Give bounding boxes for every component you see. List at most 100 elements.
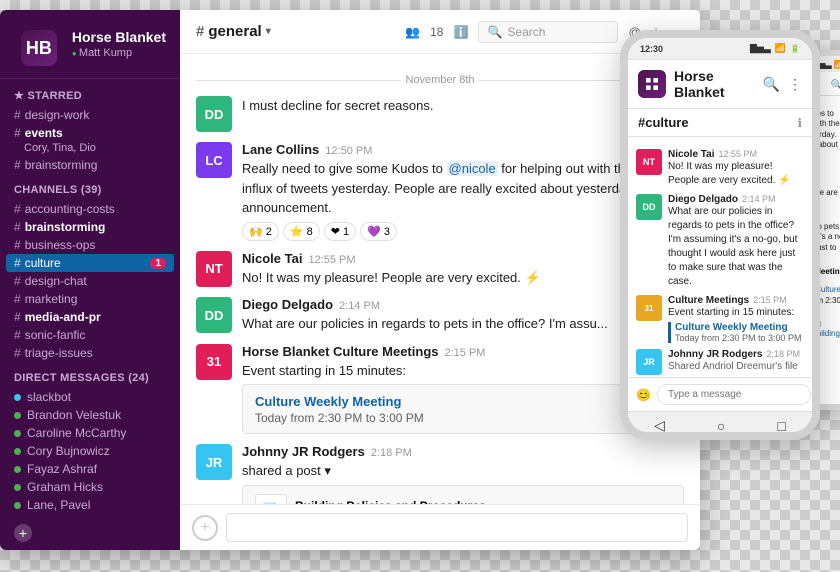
- reaction[interactable]: 🙌 2: [242, 222, 279, 241]
- sidebar-dm-slackbot[interactable]: slackbot: [0, 388, 180, 406]
- reaction[interactable]: ❤ 1: [324, 222, 356, 241]
- user-name: Matt Kump: [72, 47, 166, 59]
- sidebar-item-triage-issues[interactable]: # triage-issues: [0, 344, 180, 362]
- events-subitems: Cory, Tina, Dio: [0, 142, 180, 156]
- reaction[interactable]: ⭐ 8: [283, 222, 320, 241]
- signal-icon: ▇▅▃: [750, 43, 771, 54]
- add-button[interactable]: +: [14, 524, 32, 542]
- sidebar-dm-brandon[interactable]: Brandon Velestuk: [0, 406, 180, 424]
- avatar: JR: [636, 349, 662, 375]
- timestamp: 2:14 PM: [742, 194, 776, 204]
- avatar: 31: [636, 295, 662, 321]
- sidebar-item-accounting-costs[interactable]: # accounting-costs: [0, 200, 180, 218]
- home-button[interactable]: ○: [717, 418, 725, 434]
- hash-icon: #: [14, 310, 21, 324]
- message-content: Diego Delgado 2:14 PM What are our polic…: [668, 194, 804, 289]
- message-header: Lane Collins 12:50 PM: [242, 142, 684, 157]
- sender-name: Horse Blanket Culture Meetings: [242, 344, 439, 359]
- sidebar-item-media-and-pr[interactable]: # media-and-pr: [0, 308, 180, 326]
- document-icon: 📄: [255, 494, 287, 505]
- send-icon[interactable]: ➤: [817, 388, 820, 402]
- message-header: Johnny JR Rodgers 2:18 PM: [242, 444, 684, 459]
- sidebar-dm-mari[interactable]: Mari Ju: [0, 514, 180, 516]
- phone-container: 12:30 ▇▅▃ 📶 🔋 Horse Blanket 🔍 ⋮: [620, 30, 840, 460]
- add-message-button[interactable]: +: [192, 515, 218, 541]
- message-text: Event starting in 15 minutes:: [242, 361, 684, 381]
- sender-name: Nicole Tai: [242, 251, 302, 266]
- dm-label: DIRECT MESSAGES (24): [0, 362, 180, 388]
- sidebar-item-sonic-fanfic[interactable]: # sonic-fanfic: [0, 326, 180, 344]
- sidebar-item-culture[interactable]: # culture 1: [6, 254, 174, 272]
- meeting-link[interactable]: Culture Weekly Meeting: [675, 322, 804, 333]
- phone-input-area: 😊 ➤: [628, 377, 812, 411]
- workspace-name: Horse Blanket: [72, 29, 166, 45]
- phone-channel-header: #culture ℹ: [628, 109, 812, 137]
- sender-name: Culture Meetings: [668, 295, 749, 306]
- reaction[interactable]: 💜 3: [360, 222, 397, 241]
- message-content: Lane Collins 12:50 PM Really need to giv…: [242, 142, 684, 241]
- sidebar-dm-lane[interactable]: Lane, Pavel: [0, 496, 180, 514]
- message-input-area: +: [180, 504, 700, 550]
- message-content: Nicole Tai 12:55 PM No! It was my pleasu…: [242, 251, 684, 288]
- phone-message: DD Diego Delgado 2:14 PM What are our po…: [636, 194, 804, 289]
- message-header: Culture Meetings 2:15 PM: [668, 295, 804, 306]
- channel-name: general: [208, 23, 261, 40]
- workspace-logo: HB: [21, 30, 57, 66]
- hash-icon: #: [14, 256, 21, 270]
- avatar: NT: [636, 149, 662, 175]
- meeting-link[interactable]: Culture Weekly Meeting: [255, 394, 401, 409]
- hash-icon: #: [14, 220, 21, 234]
- phone-message-input[interactable]: [657, 384, 811, 405]
- phone-time: 12:30: [640, 44, 663, 54]
- channel-title: # general ▾: [196, 23, 271, 40]
- message-content: Horse Blanket Culture Meetings 2:15 PM E…: [242, 344, 684, 435]
- sidebar-item-events[interactable]: # events: [0, 124, 180, 142]
- sidebar-dm-graham[interactable]: Graham Hicks: [0, 478, 180, 496]
- message-text: Event starting in 15 minutes:: [668, 306, 804, 320]
- message-content: Nicole Tai 12:55 PM No! It was my pleasu…: [668, 149, 804, 188]
- message-text: shared a post ▾: [242, 461, 684, 481]
- back-button[interactable]: ◁: [654, 417, 665, 434]
- phone-app-header: Horse Blanket 🔍 ⋮: [628, 60, 812, 109]
- search-bar[interactable]: 🔍 Search: [478, 21, 618, 43]
- sidebar-item-design-chat[interactable]: # design-chat: [0, 272, 180, 290]
- sender-name: Johnny JR Rodgers: [668, 349, 762, 360]
- sidebar-item-business-ops[interactable]: # business-ops: [0, 236, 180, 254]
- info-icon[interactable]: ℹ️: [453, 25, 468, 39]
- sidebar-dm-cory[interactable]: Cory Bujnowicz: [0, 442, 180, 460]
- date-divider: November 8th: [196, 74, 684, 86]
- timestamp: 12:55 PM: [719, 149, 758, 159]
- reactions: 🙌 2 ⭐ 8 ❤ 1 💜 3: [242, 222, 684, 241]
- sidebar-item-brainstorming-starred[interactable]: # brainstorming: [0, 156, 180, 174]
- sidebar-dm-fayaz[interactable]: Fayaz Ashraf: [0, 460, 180, 478]
- message-text: No! It was my pleasure! People are very …: [668, 160, 804, 188]
- timestamp: 2:18 PM: [766, 349, 800, 359]
- meeting-time: Today from 2:30 PM to 3:00 PM: [255, 411, 671, 425]
- sidebar-item-brainstorming[interactable]: # brainstorming: [0, 218, 180, 236]
- message-row: NT Nicole Tai 12:55 PM No! It was my ple…: [196, 251, 684, 288]
- info-icon[interactable]: ℹ: [797, 116, 802, 130]
- timestamp: 2:18 PM: [371, 447, 412, 459]
- chevron-down-icon[interactable]: ▾: [266, 26, 271, 37]
- emoji-icon[interactable]: 😊: [636, 388, 651, 402]
- message-text: Really need to give some Kudos to @nicol…: [242, 159, 684, 218]
- sidebar-item-marketing[interactable]: # marketing: [0, 290, 180, 308]
- phone-status-icons: ▇▅▃ 📶 🔋: [750, 43, 800, 54]
- sender-name: Nicole Tai: [668, 149, 715, 160]
- status-dot: [14, 394, 21, 401]
- system-message: 31 Horse Blanket Culture Meetings 2:15 P…: [196, 344, 684, 435]
- avatar: DD: [196, 297, 232, 333]
- more-icon[interactable]: ⋮: [788, 76, 802, 93]
- status-dot: [14, 430, 21, 437]
- sidebar-item-design-work[interactable]: # design-work: [0, 106, 180, 124]
- sender-name: Diego Delgado: [668, 194, 738, 205]
- phone-nav: ◁ ○ □: [628, 411, 812, 439]
- message-input[interactable]: [226, 513, 688, 542]
- message-text: No! It was my pleasure! People are very …: [242, 268, 684, 288]
- search-icon[interactable]: 🔍: [763, 76, 780, 93]
- recents-button[interactable]: □: [777, 418, 785, 434]
- members-icon: 👥: [405, 25, 420, 39]
- hash-icon: #: [14, 292, 21, 306]
- sender-name: Lane Collins: [242, 142, 319, 157]
- sidebar-dm-caroline[interactable]: Caroline McCarthy: [0, 424, 180, 442]
